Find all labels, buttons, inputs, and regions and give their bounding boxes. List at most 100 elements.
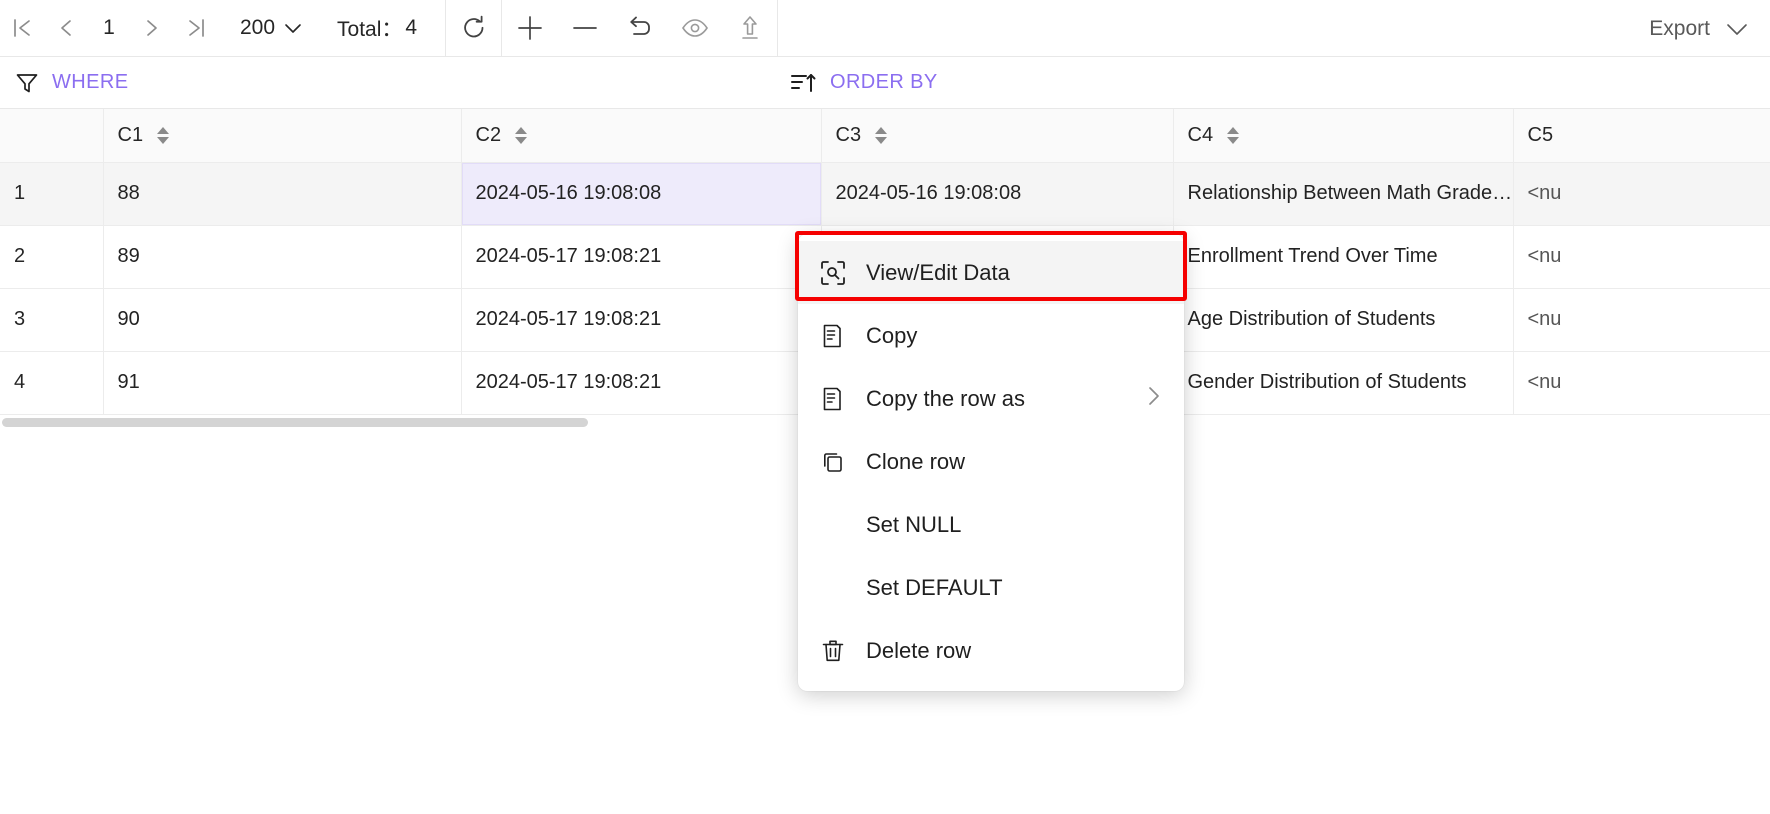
- cell-c5[interactable]: <nu: [1513, 162, 1770, 226]
- context-menu-item-label: Copy: [866, 322, 918, 348]
- cell-c1[interactable]: 91: [103, 351, 462, 415]
- last-page-button[interactable]: [174, 0, 218, 57]
- cell-c1[interactable]: 90: [103, 288, 462, 352]
- revert-button[interactable]: [612, 0, 667, 57]
- result-grid-app: 1 200 Total： 4 Export WHERE ORDER BY C1 …: [0, 0, 1770, 814]
- refresh-icon: [463, 15, 483, 38]
- column-header-c2[interactable]: C2: [461, 109, 822, 163]
- filter-icon: [16, 73, 38, 92]
- cell-c1[interactable]: 88: [103, 162, 462, 226]
- copy-document-icon: [820, 386, 854, 412]
- row-index-cell: 2: [0, 225, 104, 289]
- upload-arrow-icon: [741, 16, 758, 39]
- cell-c5[interactable]: <nu: [1513, 225, 1770, 289]
- total-label: Total：: [337, 18, 403, 41]
- cell-c5[interactable]: <nu: [1513, 288, 1770, 352]
- sort-toggle-icon[interactable]: [875, 126, 888, 144]
- minus-icon: [572, 27, 597, 29]
- filter-bar: WHERE ORDER BY: [0, 57, 1770, 109]
- context-menu-item-label: Clone row: [866, 448, 966, 474]
- clone-icon: [820, 449, 854, 475]
- scan-search-icon: [820, 260, 854, 286]
- row-index-cell: 3: [0, 288, 104, 352]
- eye-icon: [681, 19, 708, 37]
- context-menu-item-label: Copy the row as: [866, 385, 1025, 411]
- row-context-menu: View/Edit Data Copy Copy the row as Clon…: [798, 234, 1184, 691]
- chevron-first-icon: [14, 19, 30, 37]
- order-by-filter-button[interactable]: ORDER BY: [790, 71, 938, 95]
- cell-c5[interactable]: <nu: [1513, 351, 1770, 415]
- column-header-c3[interactable]: C3: [821, 109, 1174, 163]
- row-index-header: [0, 109, 104, 163]
- context-menu-item-delete-row[interactable]: Delete row: [798, 619, 1184, 682]
- chevron-right-icon: [1146, 385, 1162, 413]
- cell-c2[interactable]: 2024-05-17 19:08:21: [461, 288, 822, 352]
- context-menu-item-set-null[interactable]: Set NULL: [798, 493, 1184, 556]
- column-header-label: C3: [835, 123, 862, 146]
- remove-row-button[interactable]: [557, 0, 612, 57]
- sort-toggle-icon[interactable]: [157, 126, 170, 144]
- sort-toggle-icon[interactable]: [515, 126, 528, 144]
- cell-c2[interactable]: 2024-05-17 19:08:21: [461, 225, 822, 289]
- where-label: WHERE: [52, 71, 129, 93]
- add-row-button[interactable]: [502, 0, 557, 57]
- column-header-c5[interactable]: C5: [1513, 109, 1770, 163]
- cell-c2[interactable]: 2024-05-16 19:08:08: [461, 162, 822, 226]
- export-label: Export: [1649, 16, 1710, 40]
- table-head: C1 C2 C3 C4 C5: [0, 109, 1770, 163]
- sort-toggle-icon[interactable]: [1227, 126, 1240, 144]
- context-menu-item-copy[interactable]: Copy: [798, 304, 1184, 367]
- chevron-right-icon: [147, 20, 157, 36]
- context-menu-item-label: View/Edit Data: [866, 259, 1010, 285]
- total-value: 4: [405, 16, 418, 39]
- table-row[interactable]: 1 88 2024-05-16 19:08:08 2024-05-16 19:0…: [0, 162, 1770, 226]
- cell-c4[interactable]: Age Distribution of Students: [1173, 288, 1514, 352]
- total-count: Total： 4: [337, 0, 417, 57]
- commit-button[interactable]: [722, 0, 777, 57]
- scrollbar-thumb[interactable]: [2, 418, 588, 427]
- page-size-select[interactable]: 200: [240, 0, 303, 57]
- column-header-label: C4: [1187, 123, 1214, 146]
- context-menu-item-label: Set DEFAULT: [866, 574, 1003, 600]
- cell-c4[interactable]: Gender Distribution of Students: [1173, 351, 1514, 415]
- column-header-c1[interactable]: C1: [103, 109, 462, 163]
- first-page-button[interactable]: [0, 0, 44, 57]
- trash-icon: [820, 638, 854, 664]
- preview-button[interactable]: [667, 0, 722, 57]
- pagination-group: 1: [0, 0, 218, 57]
- previous-page-button[interactable]: [44, 0, 88, 57]
- sort-icon: [791, 73, 816, 92]
- plus-icon: [517, 16, 542, 40]
- column-header-c4[interactable]: C4: [1173, 109, 1514, 163]
- copy-document-icon: [820, 323, 854, 349]
- column-header-label: C5: [1527, 123, 1554, 146]
- next-page-button[interactable]: [130, 0, 174, 57]
- context-menu-item-label: Set NULL: [866, 511, 962, 537]
- cell-c4[interactable]: Enrollment Trend Over Time: [1173, 225, 1514, 289]
- toolbar-divider-3: [777, 0, 779, 57]
- cell-c2[interactable]: 2024-05-17 19:08:21: [461, 351, 822, 415]
- chevron-left-icon: [61, 20, 71, 36]
- top-toolbar: 1 200 Total： 4 Export: [0, 0, 1770, 57]
- row-index-cell: 4: [0, 351, 104, 415]
- chevron-down-icon: [285, 24, 301, 33]
- chevron-down-icon: [1727, 23, 1747, 35]
- chevron-last-icon: [189, 19, 204, 37]
- order-by-label: ORDER BY: [830, 71, 938, 93]
- context-menu-item-copy-the-row-as[interactable]: Copy the row as: [798, 367, 1184, 430]
- column-header-label: C1: [117, 123, 144, 146]
- undo-icon: [629, 16, 650, 35]
- refresh-button[interactable]: [446, 0, 501, 57]
- context-menu-item-label: Delete row: [866, 637, 972, 663]
- where-filter-button[interactable]: WHERE: [14, 70, 128, 96]
- context-menu-item-view-edit-data[interactable]: View/Edit Data: [798, 241, 1184, 304]
- cell-c3[interactable]: 2024-05-16 19:08:08: [821, 162, 1174, 226]
- context-menu-item-set-default[interactable]: Set DEFAULT: [798, 556, 1184, 619]
- page-number-input[interactable]: 1: [88, 0, 130, 57]
- context-menu-item-clone-row[interactable]: Clone row: [798, 430, 1184, 493]
- export-button[interactable]: Export: [1649, 0, 1750, 57]
- table-header-row: C1 C2 C3 C4 C5: [0, 109, 1770, 163]
- row-index-cell: 1: [0, 162, 104, 226]
- cell-c4[interactable]: Relationship Between Math Grade…: [1173, 162, 1514, 226]
- cell-c1[interactable]: 89: [103, 225, 462, 289]
